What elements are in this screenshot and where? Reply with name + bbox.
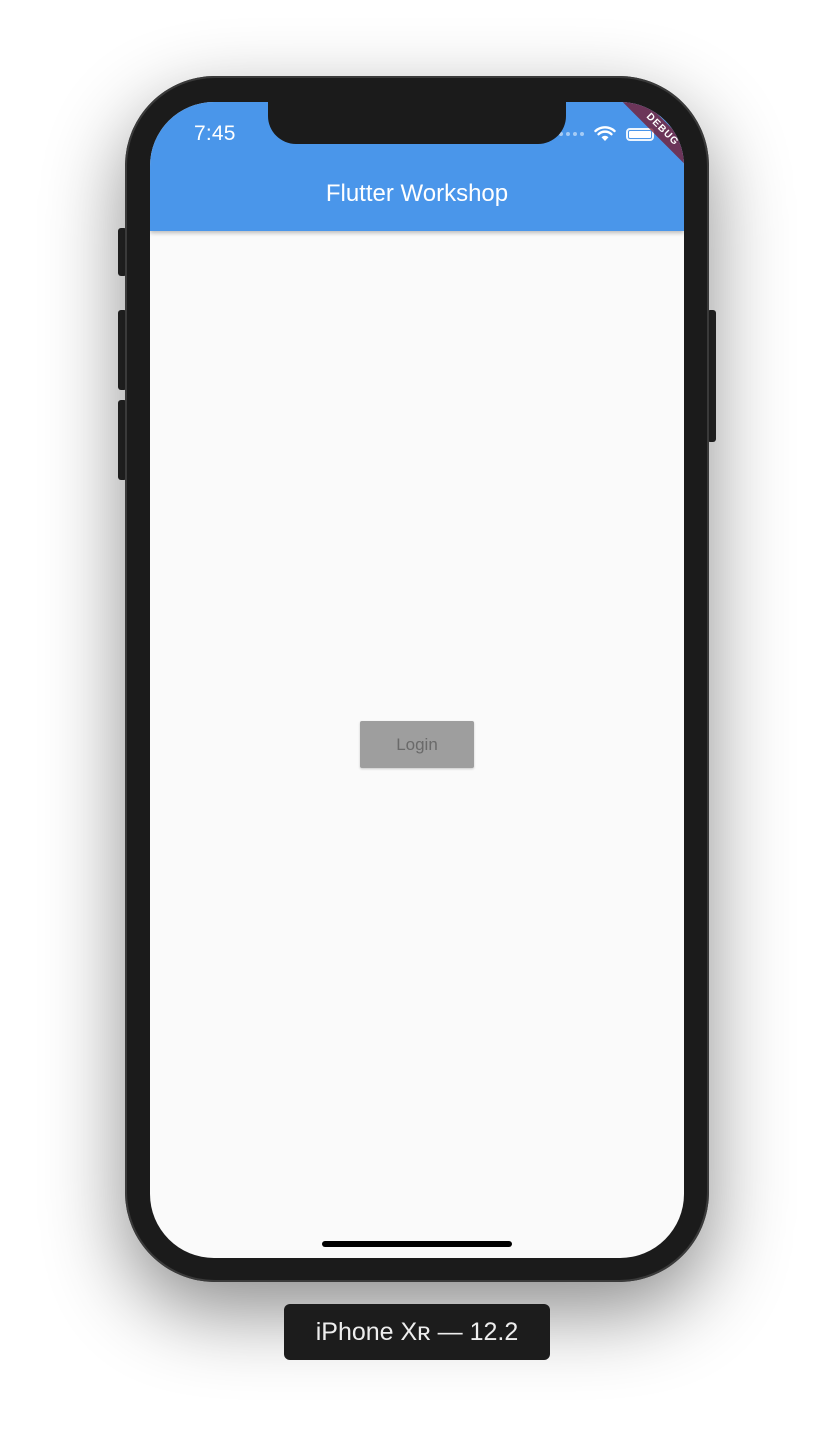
- login-button[interactable]: Login: [360, 721, 474, 768]
- debug-banner: DEBUG: [604, 102, 684, 182]
- app-bar-title: Flutter Workshop: [325, 180, 509, 207]
- device-label: iPhone Xʀ — 12.2: [284, 1304, 550, 1360]
- simulator-stage: 7:45 Flutter Workshop DEBUG Login iPhone…: [0, 0, 834, 1432]
- cellular-signal-icon: [559, 132, 584, 136]
- notch: [268, 102, 566, 144]
- debug-banner-label: DEBUG: [613, 102, 684, 179]
- status-time: 7:45: [194, 122, 236, 145]
- phone-screen: 7:45 Flutter Workshop DEBUG Login: [150, 102, 684, 1258]
- home-indicator[interactable]: [322, 1241, 512, 1247]
